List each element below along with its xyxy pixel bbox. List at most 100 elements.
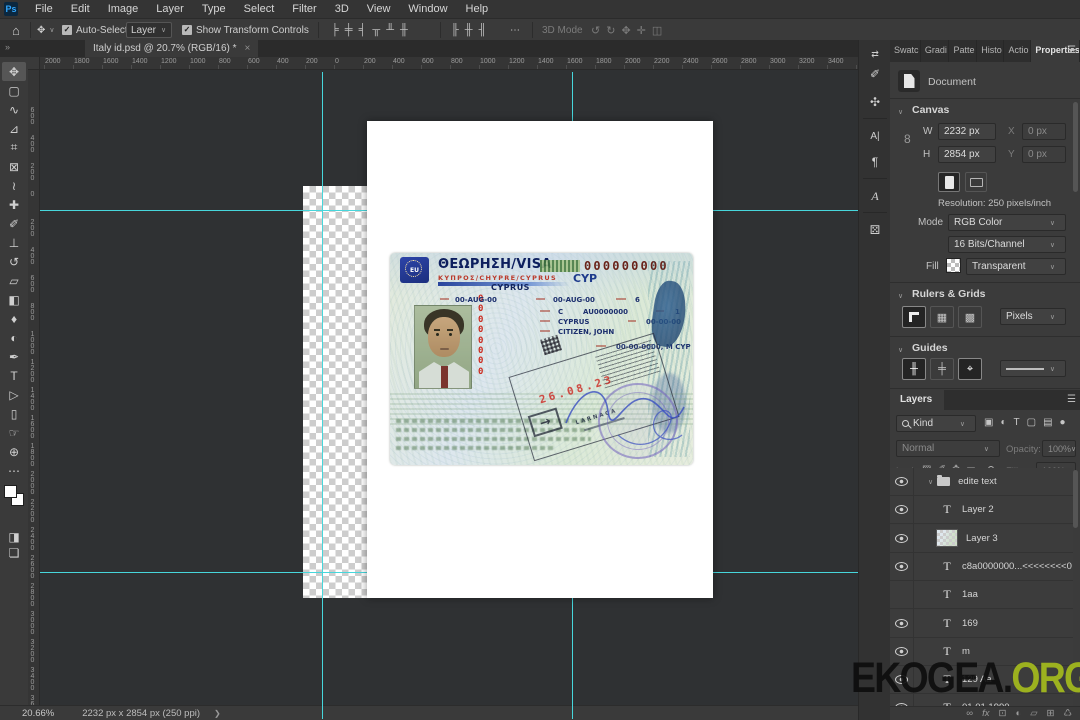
status-arrow-icon[interactable]: ❯: [214, 709, 221, 718]
eyedropper-tool[interactable]: ≀: [0, 176, 28, 195]
layers-tab[interactable]: Layers: [890, 390, 945, 410]
layer-row-3[interactable]: Layer 3: [890, 524, 1073, 553]
layer-name[interactable]: Layer 3: [966, 533, 998, 544]
group-expand-icon[interactable]: ∨: [928, 478, 933, 486]
paragraph-panel-icon[interactable]: ¶: [859, 150, 891, 174]
document-tab[interactable]: Italy id.psd @ 20.7% (RGB/16) * ×: [85, 40, 259, 57]
show-transform-checkbox[interactable]: ✓ Show Transform Controls: [182, 19, 309, 41]
home-icon[interactable]: ⌂: [12, 19, 20, 41]
screen-mode[interactable]: ❏: [0, 543, 28, 562]
menu-type[interactable]: Type: [193, 0, 235, 18]
healing-brush-tool[interactable]: ✚: [0, 195, 28, 214]
layer-name[interactable]: edite text: [958, 476, 997, 487]
panel-tab-swatc[interactable]: Swatc: [890, 40, 921, 62]
panel-menu-icon[interactable]: ☰: [1067, 45, 1076, 56]
layer-name[interactable]: Layer 2: [962, 504, 994, 515]
layer-row-8[interactable]: T 129 Aa: [890, 665, 1073, 695]
layer-name[interactable]: 129 Aa: [962, 674, 992, 685]
new-group-icon[interactable]: ▱: [1030, 708, 1037, 719]
guides-button-1[interactable]: ╫: [902, 358, 926, 380]
path-select-tool[interactable]: ▷: [0, 385, 28, 404]
align-icon[interactable]: ╪: [345, 24, 353, 36]
chevron-down-icon[interactable]: ∨: [898, 292, 903, 300]
panel-tab-actio[interactable]: Actio: [1004, 40, 1032, 62]
move-tool[interactable]: ✥: [2, 62, 26, 81]
layer-row-4[interactable]: Tc8a0000000...<<<<<<<<0 d: [890, 552, 1073, 581]
adjustment-layer-icon[interactable]: ◐: [1015, 708, 1021, 719]
color-swatches[interactable]: [4, 485, 26, 509]
new-layer-icon[interactable]: ⊞: [1047, 708, 1055, 719]
visibility-hidden-cell[interactable]: [890, 580, 914, 609]
align-icon[interactable]: ╥: [372, 24, 380, 36]
delete-layer-icon[interactable]: ♺: [1063, 708, 1072, 719]
height-field[interactable]: 2854 px: [938, 146, 996, 163]
layer-filter-icon[interactable]: ▢: [1027, 417, 1036, 428]
distribute-icon[interactable]: ╟: [451, 24, 459, 36]
panel-tab-histo[interactable]: Histo: [977, 40, 1005, 62]
distribute-icon[interactable]: ╫: [465, 24, 473, 36]
layer-row-7[interactable]: Tm: [890, 637, 1073, 666]
libraries-panel-icon[interactable]: ⚄: [859, 218, 891, 242]
fill-dropdown[interactable]: Transparent ∨: [966, 258, 1066, 275]
menu-filter[interactable]: Filter: [283, 0, 325, 18]
panel-tab-patte[interactable]: Patte: [949, 40, 978, 62]
menu-image[interactable]: Image: [99, 0, 148, 18]
toggle-rulers-button[interactable]: [902, 306, 926, 328]
distribute-icon[interactable]: ╢: [479, 24, 487, 36]
toggle-grid-button[interactable]: ▦: [930, 306, 954, 328]
fill-swatch[interactable]: [946, 258, 961, 273]
layer-name[interactable]: 1aa: [962, 589, 978, 600]
layer-filter-icon[interactable]: ●: [1060, 417, 1066, 428]
portrait-orientation-button[interactable]: [938, 172, 960, 192]
layer-name[interactable]: m: [962, 646, 970, 657]
document-canvas[interactable]: EU ΘΕΩΡΗΣΗ/VISA 000000000 ΚΥΠΡΟΣ/CHYPRE/…: [367, 121, 713, 598]
align-icon[interactable]: ╨: [386, 24, 394, 36]
layer-filter-icon[interactable]: ◐: [1000, 417, 1006, 428]
mixer-brush-icon[interactable]: ✣: [859, 90, 891, 114]
visibility-eye-icon[interactable]: [890, 468, 914, 496]
visibility-eye-icon[interactable]: [890, 609, 914, 637]
link-dimensions-icon[interactable]: 8: [904, 132, 911, 146]
menu-view[interactable]: View: [358, 0, 400, 18]
close-tab-icon[interactable]: ×: [245, 43, 251, 54]
guide-vertical-1[interactable]: [322, 72, 323, 719]
bit-depth-dropdown[interactable]: 16 Bits/Channel ∨: [948, 236, 1066, 253]
align-icon[interactable]: ╡: [359, 24, 367, 36]
auto-select-checkbox[interactable]: ✓ Auto-Select:: [62, 19, 130, 41]
guides-button-3[interactable]: ⌖: [958, 358, 982, 380]
layer-name[interactable]: c8a0000000...<<<<<<<<0 d: [962, 561, 1073, 572]
panel-tab-gradi[interactable]: Gradi: [921, 40, 950, 62]
marquee-tool[interactable]: ▢: [0, 81, 28, 100]
visibility-eye-icon[interactable]: [890, 495, 914, 524]
layer-filter-icon[interactable]: ▣: [984, 417, 993, 428]
dodge-tool[interactable]: ◐: [0, 328, 28, 347]
foreground-color-swatch[interactable]: [4, 485, 17, 498]
layers-menu-icon[interactable]: ☰: [1067, 394, 1076, 405]
character-panel-icon[interactable]: A|: [859, 124, 891, 148]
pen-tool[interactable]: ✒: [0, 347, 28, 366]
zoom-level-field[interactable]: 20.66%: [22, 708, 54, 719]
menu-edit[interactable]: Edit: [62, 0, 99, 18]
hand-tool[interactable]: ☞: [0, 423, 28, 442]
layer-effects-icon[interactable]: fx: [982, 708, 989, 719]
visibility-eye-icon[interactable]: [890, 552, 914, 581]
layer-row-1[interactable]: ∨ edite text: [890, 468, 1073, 496]
brush-settings-icon[interactable]: ✐: [859, 62, 891, 86]
clone-stamp-tool[interactable]: ⊥: [0, 233, 28, 252]
menu-select[interactable]: Select: [235, 0, 284, 18]
collapse-tabs-icon[interactable]: »: [5, 42, 10, 52]
properties-scrollbar[interactable]: [1073, 102, 1078, 192]
landscape-orientation-button[interactable]: [965, 172, 987, 192]
visibility-eye-icon[interactable]: [890, 524, 914, 553]
layer-name[interactable]: 169: [962, 618, 978, 629]
shape-tool[interactable]: ▯: [0, 404, 28, 423]
brush-tool[interactable]: ✐: [0, 214, 28, 233]
frame-tool[interactable]: ⊠: [0, 157, 28, 176]
zoom-tool[interactable]: ⊕: [0, 442, 28, 461]
layer-filter-dropdown[interactable]: Kind ∨: [896, 415, 976, 432]
layer-filter-icon[interactable]: T: [1014, 417, 1020, 428]
layer-filter-icon[interactable]: ▤: [1043, 417, 1052, 428]
menu-3d[interactable]: 3D: [326, 0, 358, 18]
chevron-down-icon[interactable]: ∨: [898, 346, 903, 354]
lasso-tool[interactable]: ∿: [0, 100, 28, 119]
